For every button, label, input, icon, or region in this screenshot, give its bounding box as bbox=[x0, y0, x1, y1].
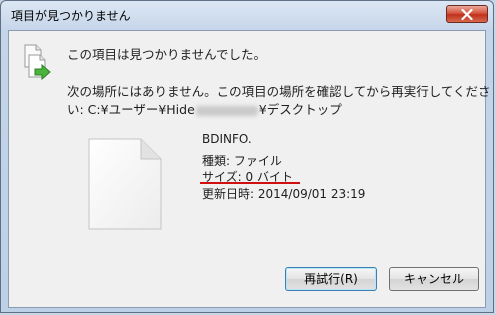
dialog-content: この項目は見つかりませんでした。 次の場所にはありません。この項目の場所を確認し… bbox=[8, 30, 491, 308]
file-name: BDINFO. bbox=[202, 132, 252, 146]
dialog-window: 項目が見つかりません この項目は見つかりませんでした。 次の場所にはありません。… bbox=[0, 0, 494, 313]
path-prefix: い: C:¥ユーザー¥Hide bbox=[67, 102, 195, 117]
cancel-button[interactable]: キャンセル bbox=[389, 267, 479, 291]
file-move-icon bbox=[24, 44, 51, 81]
message-heading: この項目は見つかりませんでした。 bbox=[67, 47, 267, 62]
path-suffix: ¥デスクトップ bbox=[258, 102, 342, 117]
close-icon bbox=[461, 9, 473, 20]
retry-button[interactable]: 再試行(R) bbox=[285, 267, 377, 291]
annotation-underline bbox=[200, 182, 300, 184]
title-bar[interactable]: 項目が見つかりません bbox=[1, 1, 493, 29]
window-title: 項目が見つかりません bbox=[11, 9, 131, 23]
close-button[interactable] bbox=[446, 5, 488, 23]
message-line-2: い: C:¥ユーザー¥Hide ¥デスクトップ bbox=[67, 99, 342, 118]
message-line-1: 次の場所にはありません。この項目の場所を確認してから再実行してくださ bbox=[67, 84, 491, 99]
file-type: 種類: ファイル bbox=[202, 154, 282, 168]
redacted-username bbox=[195, 105, 258, 116]
blank-document-icon bbox=[88, 138, 162, 230]
file-modified: 更新日時: 2014/09/01 23:19 bbox=[202, 187, 366, 201]
